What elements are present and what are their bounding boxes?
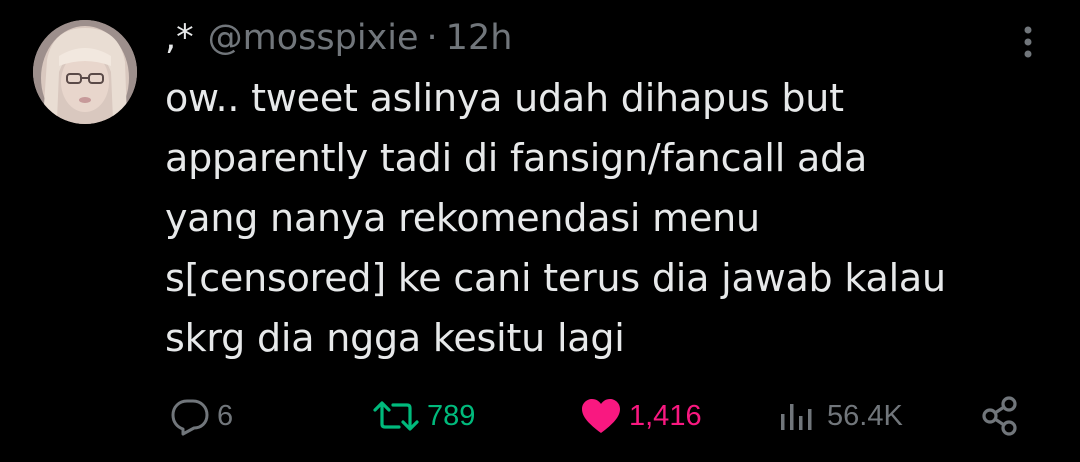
retweet-button[interactable]: 789 xyxy=(371,392,475,440)
share-icon xyxy=(979,394,1023,438)
retweet-count: 789 xyxy=(427,399,476,432)
tweet[interactable]: ,* @mosspixie · 12h ow.. tweet aslinya u… xyxy=(0,0,1080,462)
avatar[interactable] xyxy=(33,20,137,124)
more-vertical-icon[interactable] xyxy=(1020,22,1036,62)
share-button[interactable] xyxy=(979,392,1023,440)
like-count: 1,416 xyxy=(629,399,702,432)
like-button[interactable]: 1,416 xyxy=(579,392,702,440)
tweet-timestamp[interactable]: 12h xyxy=(446,18,513,58)
reply-button[interactable]: 6 xyxy=(169,392,233,440)
user-handle[interactable]: @mosspixie xyxy=(208,18,419,58)
header-separator: · xyxy=(426,18,438,58)
reply-count: 6 xyxy=(217,399,234,432)
tweet-header: ,* @mosspixie · 12h xyxy=(165,14,512,62)
views-count: 56.4K xyxy=(827,399,903,432)
tweet-actions: 6 789 1,416 56.4K xyxy=(165,392,1035,440)
tweet-text: ow.. tweet aslinya udah dihapus but appa… xyxy=(165,76,946,360)
views-bar-chart-icon xyxy=(777,396,821,436)
heart-filled-icon xyxy=(579,396,623,436)
views-button[interactable]: 56.4K xyxy=(777,392,903,440)
reply-icon xyxy=(169,396,211,436)
retweet-icon xyxy=(371,396,421,436)
display-name[interactable]: ,* xyxy=(165,18,194,58)
